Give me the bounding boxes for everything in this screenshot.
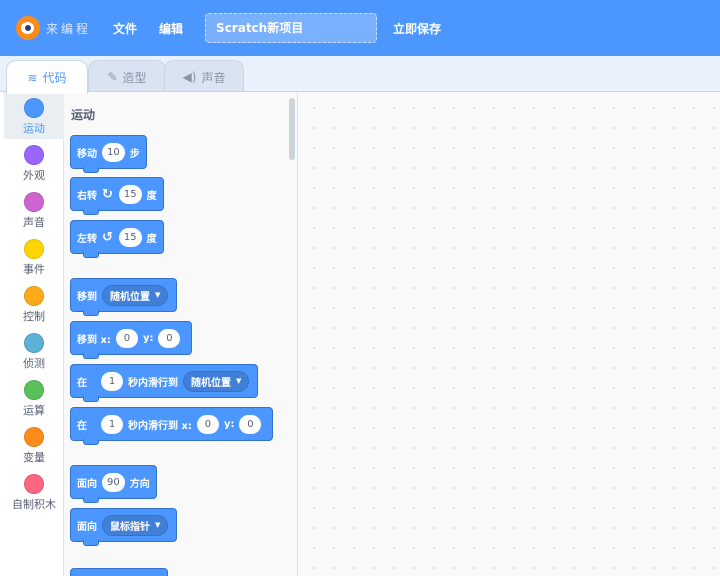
category-label: 运动 <box>23 122 45 135</box>
y-input[interactable]: 0 <box>158 328 181 348</box>
block-label: 移动 <box>77 148 97 160</box>
point-direction-block[interactable]: 面向 90 方向 <box>70 465 157 503</box>
block-label: 步 <box>129 148 140 160</box>
turn-right-block[interactable]: 右转 ↻ 15 度 <box>70 177 164 215</box>
tab-code-label: 代码 <box>42 71 67 85</box>
category-my-blocks[interactable]: 自制积木 <box>4 468 64 515</box>
category-looks[interactable]: 外观 <box>4 139 64 186</box>
tab-costumes[interactable]: ✎ 造型 <box>88 60 166 93</box>
script-workspace[interactable] <box>298 92 720 576</box>
glide-xy-block[interactable]: 在 1 秒内滑行到 x: 0 y: 0 <box>70 407 274 445</box>
editor-tabs: ≋ 代码 ✎ 造型 ◀) 声音 <box>0 56 720 94</box>
direction-input[interactable]: 90 <box>102 472 125 492</box>
block-label: 秒内滑行到 <box>128 377 178 389</box>
palette-scrollbar[interactable] <box>289 98 295 160</box>
block-label: 面向 <box>77 521 97 533</box>
go-to-target-dropdown[interactable]: 随机位置 ▼ <box>102 284 169 306</box>
block-label: 在 <box>77 377 87 389</box>
category-sensing-dot <box>24 333 44 353</box>
steps-input[interactable]: 10 <box>102 142 125 162</box>
block-label: 方向 <box>129 478 150 490</box>
seconds-input[interactable]: 1 <box>101 414 123 434</box>
logo-icon <box>16 16 40 40</box>
code-area: 运动 外观 声音 事件 控制 侦测 运算 变量 自制积木 运动 移动 10 步 … <box>0 91 720 576</box>
code-icon: ≋ <box>27 70 38 85</box>
x-input[interactable]: 0 <box>196 414 219 434</box>
partial-block[interactable] <box>70 568 168 576</box>
block-label: 秒内滑行到 x: <box>128 420 192 432</box>
block-label: 度 <box>146 233 157 245</box>
file-menu[interactable]: 文件 <box>113 20 137 37</box>
category-motion[interactable]: 运动 <box>4 92 64 139</box>
dropdown-value: 鼠标指针 <box>110 521 150 533</box>
block-palette: 运动 移动 10 步 右转 ↻ 15 度 左转 ↺ 15 度 移到 随机位置 ▼ <box>64 92 298 576</box>
category-label: 运算 <box>23 404 45 417</box>
tab-code[interactable]: ≋ 代码 <box>6 60 88 94</box>
caret-down-icon: ▼ <box>236 377 242 385</box>
seconds-input[interactable]: 1 <box>101 371 123 391</box>
category-my-blocks-dot <box>24 474 44 494</box>
edit-menu[interactable]: 编辑 <box>159 20 183 37</box>
go-to-xy-block[interactable]: 移到 x: 0 y: 0 <box>70 321 193 359</box>
turn-left-block[interactable]: 左转 ↺ 15 度 <box>70 220 164 258</box>
tab-sounds[interactable]: ◀) 声音 <box>164 60 244 93</box>
block-label: y: <box>223 418 235 430</box>
logo-text: 来编程 <box>46 21 92 36</box>
caret-down-icon: ▼ <box>155 521 161 529</box>
save-now-button[interactable]: 立即保存 <box>393 20 441 37</box>
tab-sounds-label: 声音 <box>201 70 226 85</box>
tab-costumes-label: 造型 <box>122 70 147 85</box>
category-variables[interactable]: 变量 <box>4 421 64 468</box>
block-label: 右转 <box>77 190 97 202</box>
category-label: 自制积木 <box>12 498 56 511</box>
palette-heading: 运动 <box>71 108 96 122</box>
block-label: 移到 x: <box>77 334 111 346</box>
category-label: 变量 <box>23 451 45 464</box>
x-input[interactable]: 0 <box>115 328 138 348</box>
category-sound-dot <box>24 192 44 212</box>
menu-bar: 来编程 文件 编辑 Scratch新项目 立即保存 <box>0 0 720 56</box>
block-label: 度 <box>146 190 157 202</box>
caret-down-icon: ▼ <box>155 291 161 299</box>
category-variables-dot <box>24 427 44 447</box>
category-menu: 运动 外观 声音 事件 控制 侦测 运算 变量 自制积木 <box>4 92 64 576</box>
block-label: y: <box>142 332 154 344</box>
go-to-block[interactable]: 移到 随机位置 ▼ <box>70 278 178 316</box>
block-label: 左转 <box>77 233 97 245</box>
degrees-input[interactable]: 15 <box>118 184 142 204</box>
glide-to-block[interactable]: 在 1 秒内滑行到 随机位置 ▼ <box>70 364 259 402</box>
category-label: 声音 <box>23 216 45 229</box>
category-control[interactable]: 控制 <box>4 280 64 327</box>
category-label: 控制 <box>23 310 45 323</box>
move-steps-block[interactable]: 移动 10 步 <box>70 135 147 173</box>
category-operators-dot <box>24 380 44 400</box>
block-label: 在 <box>77 420 87 432</box>
rotate-clockwise-icon: ↻ <box>102 186 113 202</box>
block-label: 面向 <box>77 478 97 490</box>
category-events[interactable]: 事件 <box>4 233 64 280</box>
brush-icon: ✎ <box>107 70 118 84</box>
category-looks-dot <box>24 145 44 165</box>
category-motion-dot <box>24 98 44 118</box>
degrees-input[interactable]: 15 <box>118 227 142 247</box>
category-sound[interactable]: 声音 <box>4 186 64 233</box>
category-control-dot <box>24 286 44 306</box>
category-label: 事件 <box>23 263 45 276</box>
rotate-counterclockwise-icon: ↺ <box>102 229 113 245</box>
category-label: 侦测 <box>23 357 45 370</box>
category-operators[interactable]: 运算 <box>4 374 64 421</box>
category-label: 外观 <box>23 169 45 182</box>
category-events-dot <box>24 239 44 259</box>
y-input[interactable]: 0 <box>239 414 262 434</box>
logo[interactable]: 来编程 <box>16 16 91 40</box>
point-towards-dropdown[interactable]: 鼠标指针 ▼ <box>102 514 169 536</box>
point-towards-block[interactable]: 面向 鼠标指针 ▼ <box>70 508 178 546</box>
dropdown-value: 随机位置 <box>191 377 231 389</box>
block-label: 移到 <box>77 291 97 303</box>
project-title-input[interactable]: Scratch新项目 <box>205 13 378 43</box>
dropdown-value: 随机位置 <box>110 291 150 303</box>
glide-target-dropdown[interactable]: 随机位置 ▼ <box>183 370 250 392</box>
speaker-icon: ◀) <box>182 70 197 84</box>
category-sensing[interactable]: 侦测 <box>4 327 64 374</box>
